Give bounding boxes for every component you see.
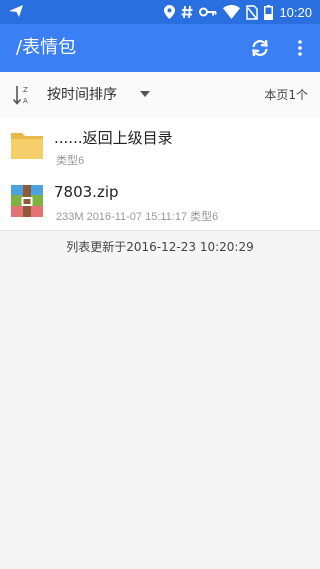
- app-bar: /表情包: [0, 24, 320, 72]
- list-updated-timestamp: 列表更新于2016-12-23 10:20:29: [66, 240, 254, 254]
- status-bar: 10:20: [0, 0, 320, 24]
- status-time: 10:20: [279, 4, 312, 20]
- sort-dropdown[interactable]: 按时间排序: [47, 72, 117, 118]
- chevron-down-icon[interactable]: [140, 91, 150, 97]
- wifi-icon: [223, 4, 241, 20]
- location-icon: [164, 4, 176, 20]
- more-vert-icon: [298, 40, 302, 56]
- more-options-button[interactable]: [292, 36, 308, 60]
- file-name: ......返回上级目录: [54, 129, 173, 147]
- sort-bar: Z A 按时间排序 本页1个: [0, 72, 320, 119]
- no-sim-icon: [246, 4, 259, 20]
- file-meta: 233M 2016-11-07 15:11:17 类型6: [56, 211, 219, 223]
- svg-text:Z: Z: [23, 86, 28, 94]
- sort-icon[interactable]: Z A: [12, 84, 32, 106]
- file-name: 7803.zip: [54, 183, 119, 201]
- navigation-icon: [9, 5, 23, 17]
- svg-text:A: A: [23, 97, 28, 105]
- hash-icon: [181, 4, 193, 20]
- status-icons: 10:20: [164, 0, 312, 24]
- battery-icon: [264, 4, 274, 20]
- refresh-button[interactable]: [248, 36, 272, 60]
- file-meta: 类型6: [56, 155, 85, 167]
- key-icon: [199, 4, 217, 20]
- page-item-count: 本页1个: [264, 88, 308, 102]
- list-item-file[interactable]: 7803.zip 233M 2016-11-07 15:11:17 类型6: [0, 174, 320, 231]
- zip-archive-icon: [11, 185, 43, 217]
- page-title: /表情包: [16, 37, 77, 58]
- list-item-parent-directory[interactable]: ......返回上级目录 类型6: [0, 118, 320, 175]
- folder-icon: [11, 133, 43, 159]
- refresh-icon: [252, 39, 268, 57]
